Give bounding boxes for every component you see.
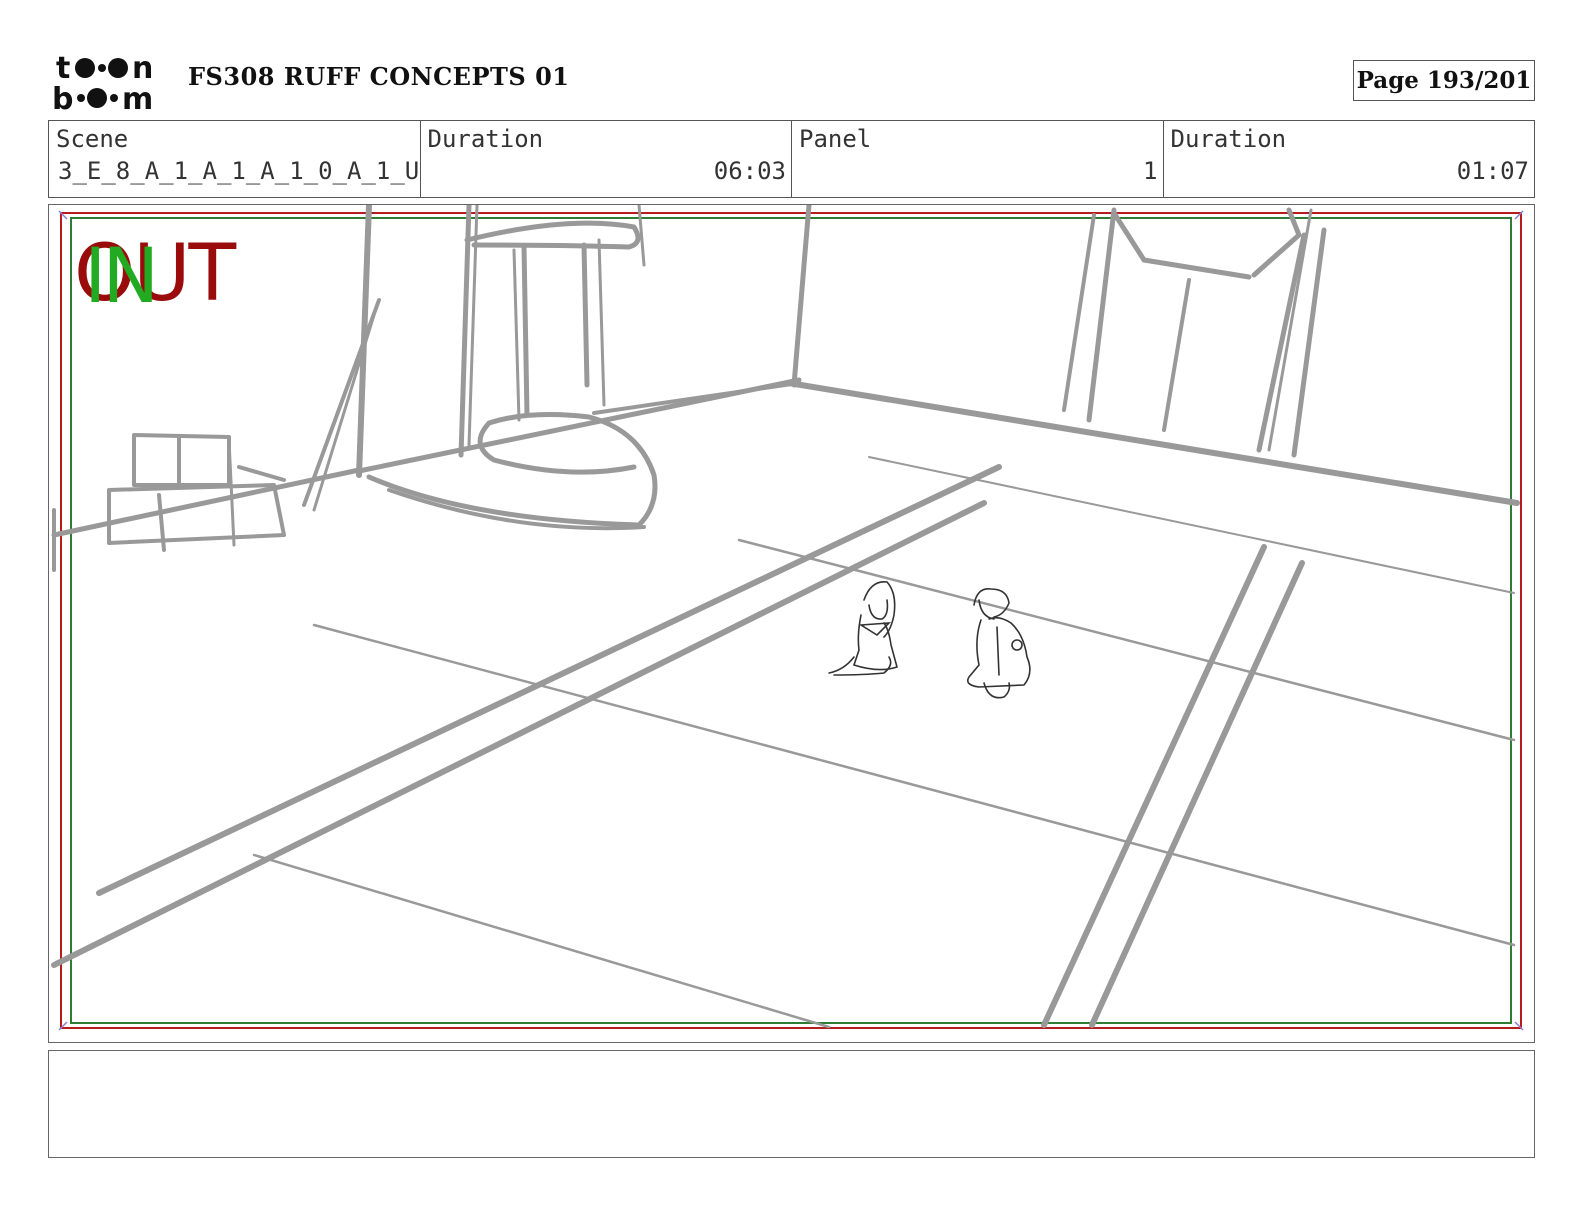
svg-text:b: b — [52, 82, 73, 112]
svg-text:n: n — [132, 51, 153, 86]
panel-duration-label: Duration — [1170, 125, 1287, 153]
toon-boom-logo: t n b m — [52, 50, 164, 112]
panel-sketch — [51, 205, 1524, 1031]
project-title: FS308 RUFF CONCEPTS 01 — [188, 62, 570, 91]
scene-info-table: Scene 3_E_8_A_1_A_1_A_1_0_A_1_U Duration… — [48, 120, 1535, 198]
svg-text:m: m — [122, 82, 153, 112]
scene-cell: Scene 3_E_8_A_1_A_1_A_1_0_A_1_U — [49, 121, 421, 197]
panel-label: Panel — [799, 125, 872, 153]
frame-corner-marks — [58, 210, 1524, 1031]
safe-frame — [70, 217, 1512, 1024]
girl-character — [828, 581, 898, 676]
scene-value: 3_E_8_A_1_A_1_A_1_0_A_1_U — [58, 157, 420, 185]
scene-label: Scene — [56, 125, 129, 153]
in-marker: IN — [84, 231, 159, 320]
toon-boom-logo-icon: t n b m — [52, 51, 153, 112]
svg-text:t: t — [56, 51, 70, 86]
scene-duration-cell: Duration 06:03 — [421, 121, 792, 197]
panel-cell: Panel 1 — [792, 121, 1164, 197]
boy-character — [966, 588, 1031, 699]
background-sketch — [51, 205, 1520, 1029]
scene-duration-value: 06:03 — [713, 157, 786, 185]
panel-duration-cell: Duration 01:07 — [1164, 121, 1535, 197]
panel-notes[interactable] — [48, 1050, 1535, 1158]
camera-frame — [60, 212, 1522, 1029]
panel-value: 1 — [1143, 157, 1158, 185]
in-out-overlay: OUT IN — [74, 235, 254, 315]
scene-duration-label: Duration — [427, 125, 544, 153]
page-number: Page 193/201 — [1353, 60, 1535, 101]
storyboard-panel: OUT IN — [48, 204, 1535, 1043]
panel-duration-value: 01:07 — [1456, 157, 1529, 185]
